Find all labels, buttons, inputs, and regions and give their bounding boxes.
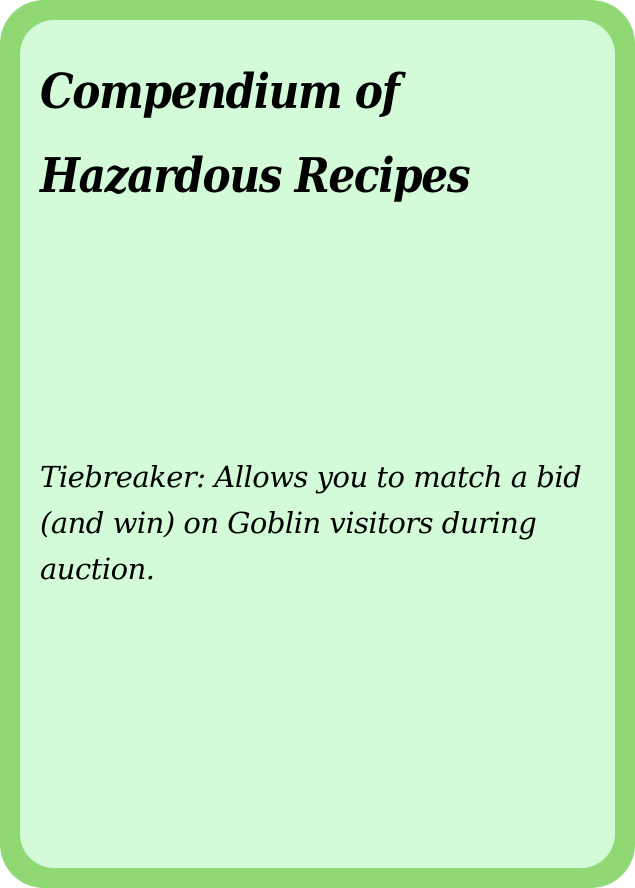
card-title: Compendium of Hazardous Recipes [40, 64, 471, 204]
card: Compendium of Hazardous Recipes Tiebreak… [0, 0, 635, 888]
card-ability-text: Tiebreaker: Allows you to match a bid (a… [40, 460, 582, 586]
card-face: Compendium of Hazardous Recipes Tiebreak… [20, 20, 615, 868]
